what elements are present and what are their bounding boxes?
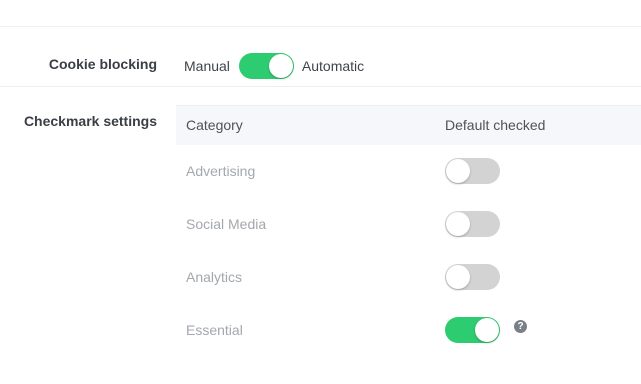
cookie-blocking-label: Cookie blocking bbox=[48, 56, 157, 72]
advertising-default-toggle[interactable] bbox=[445, 158, 500, 184]
cookie-blocking-mode-control: Manual Automatic bbox=[184, 52, 364, 80]
column-header-category: Category bbox=[186, 117, 243, 133]
category-essential: Essential bbox=[186, 322, 243, 338]
checkmark-settings-label: Checkmark settings bbox=[23, 113, 157, 129]
toggle-knob bbox=[446, 212, 470, 236]
column-header-default-checked: Default checked bbox=[445, 117, 546, 133]
table-header: Category Default checked bbox=[176, 105, 641, 145]
table-row: Analytics bbox=[176, 251, 641, 304]
category-social-media: Social Media bbox=[186, 216, 267, 232]
table-row: Advertising bbox=[176, 145, 641, 198]
cookie-blocking-mode-toggle[interactable] bbox=[238, 53, 294, 79]
manual-option-label[interactable]: Manual bbox=[184, 58, 230, 74]
table-row: Essential ? bbox=[176, 304, 641, 357]
toggle-knob bbox=[475, 318, 499, 342]
category-advertising: Advertising bbox=[186, 163, 256, 179]
social-media-default-toggle[interactable] bbox=[445, 211, 500, 237]
automatic-option-label[interactable]: Automatic bbox=[302, 58, 364, 74]
toggle-knob bbox=[446, 265, 470, 289]
essential-default-toggle[interactable] bbox=[445, 317, 500, 343]
category-analytics: Analytics bbox=[186, 269, 243, 285]
cookie-settings-panel: Cookie blocking Manual Automatic Checkma… bbox=[0, 0, 641, 384]
toggle-knob bbox=[268, 54, 293, 78]
checkmark-settings-table: Category Default checked Advertising Soc… bbox=[176, 105, 641, 357]
section-divider bbox=[0, 86, 641, 87]
question-circle-icon[interactable]: ? bbox=[514, 320, 527, 333]
table-row: Social Media bbox=[176, 198, 641, 251]
toggle-knob bbox=[446, 159, 470, 183]
analytics-default-toggle[interactable] bbox=[445, 264, 500, 290]
top-divider bbox=[0, 26, 641, 27]
